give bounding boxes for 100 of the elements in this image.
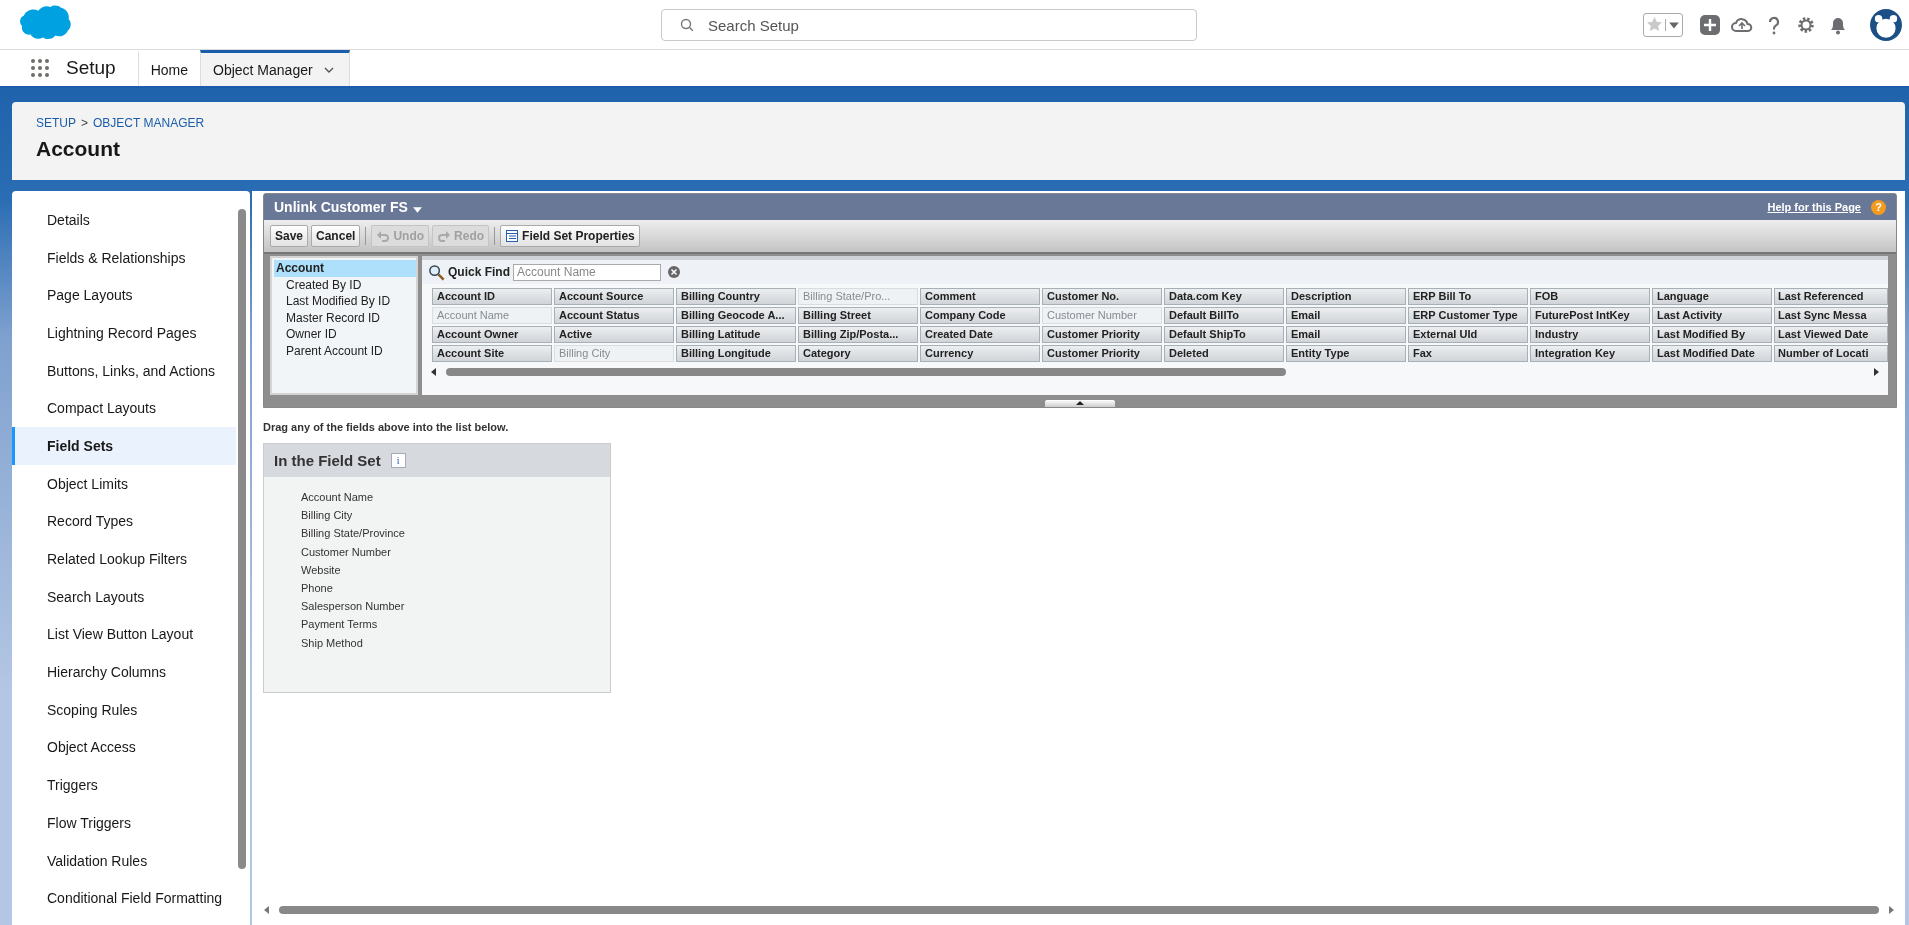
field-set-item[interactable]: Ship Method — [301, 636, 610, 655]
app-launcher-icon[interactable] — [30, 58, 50, 78]
sidebar-item[interactable]: Record Types — [12, 502, 236, 541]
field-chip[interactable]: Customer Priority — [1042, 326, 1162, 343]
field-chip[interactable]: Default ShipTo — [1164, 326, 1284, 343]
search-field[interactable]: Search Setup — [661, 9, 1197, 41]
sidebar-item[interactable]: Field Sets — [12, 427, 236, 465]
field-chip[interactable]: Company Code — [920, 307, 1040, 324]
field-set-item[interactable]: Account Name — [301, 491, 610, 510]
nav-tab[interactable]: Object Manager — [200, 50, 350, 86]
field-chip[interactable]: Industry — [1530, 326, 1650, 343]
sidebar-item[interactable]: Compact Layouts — [12, 389, 236, 428]
field-set-item[interactable]: Payment Terms — [301, 618, 610, 637]
field-chip[interactable]: Account Source — [554, 288, 674, 305]
field-chip[interactable]: Email — [1286, 307, 1406, 324]
sidebar-item[interactable]: List View Button Layout — [12, 615, 236, 654]
field-chip[interactable]: Default BillTo — [1164, 307, 1284, 324]
sidebar-item[interactable]: Object Limits — [12, 464, 236, 503]
field-chip[interactable]: Comment — [920, 288, 1040, 305]
field-chip[interactable]: Last Sync Messa — [1774, 307, 1888, 324]
field-chip[interactable]: ERP Customer Type — [1408, 307, 1528, 324]
field-set-item[interactable]: Billing State/Province — [301, 527, 610, 546]
field-chip[interactable]: Last Modified By — [1652, 326, 1772, 343]
field-chip[interactable]: Number of Locati — [1774, 345, 1888, 362]
field-chip[interactable]: Data.com Key — [1164, 288, 1284, 305]
tree-item[interactable]: Master Record ID — [274, 309, 416, 326]
breadcrumb-link[interactable]: SETUP — [36, 116, 76, 130]
field-chip[interactable]: Billing Latitude — [676, 326, 796, 343]
resize-handle[interactable] — [1045, 400, 1115, 407]
field-set-item[interactable]: Customer Number — [301, 545, 610, 564]
tree-item[interactable]: Owner ID — [274, 326, 416, 343]
scroll-right-icon[interactable] — [1872, 368, 1880, 376]
sidebar-item[interactable]: Fields & Relationships — [12, 238, 236, 277]
field-chip[interactable]: Currency — [920, 345, 1040, 362]
field-chip[interactable]: Account Owner — [432, 326, 552, 343]
undo-icon — [376, 229, 391, 243]
sidebar-item[interactable]: Conditional Field Formatting — [12, 879, 236, 918]
info-badge[interactable]: i — [390, 453, 406, 468]
tree-item[interactable]: Account — [274, 260, 416, 277]
field-chip[interactable]: Billing Geocode A... — [676, 307, 796, 324]
field-set-item[interactable]: Salesperson Number — [301, 600, 610, 619]
sidebar-item[interactable]: Object Access — [12, 728, 236, 767]
quick-find-field[interactable]: Account Name — [513, 263, 661, 281]
sidebar-item[interactable]: Scoping Rules — [12, 690, 236, 729]
field-chip[interactable]: Fax — [1408, 345, 1528, 362]
sidebar-item[interactable]: Triggers — [12, 766, 236, 804]
field-chip[interactable]: Active — [554, 326, 674, 343]
field-chip[interactable]: Integration Key — [1530, 345, 1650, 362]
field-chip[interactable]: Category — [798, 345, 918, 362]
favorites-button[interactable] — [1643, 12, 1683, 37]
field-chip[interactable]: Account ID — [432, 288, 552, 305]
field-set-item[interactable]: Website — [301, 563, 610, 582]
avatar-icon[interactable] — [1869, 7, 1903, 42]
field-chip[interactable]: Billing Longitude — [676, 345, 796, 362]
field-chip[interactable]: FOB — [1530, 288, 1650, 305]
field-chip[interactable]: Last Referenced — [1774, 288, 1888, 305]
field-set-item[interactable]: Billing City — [301, 509, 610, 528]
field-chip[interactable]: Account Status — [554, 307, 674, 324]
field-chip[interactable]: Last Modified Date — [1652, 345, 1772, 362]
sidebar-item[interactable]: Page Layouts — [12, 276, 236, 315]
sidebar-item[interactable]: Buttons, Links, and Actions — [12, 351, 236, 390]
field-chip[interactable]: Created Date — [920, 326, 1040, 343]
clear-icon[interactable] — [668, 266, 680, 278]
tree-item[interactable]: Parent Account ID — [274, 342, 416, 359]
field-chip[interactable]: Billing Zip/Posta... — [798, 326, 918, 343]
field-chip[interactable]: Last Viewed Date — [1774, 326, 1888, 343]
field-set-item[interactable]: Phone — [301, 581, 610, 601]
field-chip[interactable]: Entity Type — [1286, 345, 1406, 362]
toolbar-button[interactable]: Field Set Properties — [500, 225, 640, 247]
field-chip[interactable]: ERP Bill To — [1408, 288, 1528, 305]
sidebar-item[interactable]: Details — [12, 201, 236, 239]
field-chip[interactable]: Last Activity — [1652, 307, 1772, 324]
quick-find-label: Quick Find — [448, 265, 510, 279]
sidebar-item[interactable]: Validation Rules — [12, 841, 236, 880]
field-chip[interactable]: Customer Priority — [1042, 345, 1162, 362]
field-chip[interactable]: Billing Country — [676, 288, 796, 305]
sidebar-item[interactable]: Related Lookup Filters — [12, 540, 236, 578]
help-link[interactable]: Help for this Page — [1767, 201, 1861, 213]
add-icon[interactable] — [1699, 13, 1721, 36]
field-chip[interactable]: Customer No. — [1042, 288, 1162, 305]
field-chip[interactable]: External UId — [1408, 326, 1528, 343]
sidebar-item[interactable]: Flow Triggers — [12, 804, 236, 842]
field-chip[interactable]: Language — [1652, 288, 1772, 305]
tree-item[interactable]: Created By ID — [274, 276, 416, 293]
sidebar-item[interactable]: Lightning Record Pages — [12, 314, 236, 352]
scroll-left-icon[interactable] — [430, 368, 438, 376]
sidebar-item[interactable]: Hierarchy Columns — [12, 653, 236, 691]
toolbar-button[interactable]: Save — [270, 225, 309, 247]
field-set-title[interactable]: Unlink Customer FS — [274, 199, 408, 215]
toolbar-button[interactable]: Cancel — [311, 225, 361, 247]
field-chip[interactable]: Email — [1286, 326, 1406, 343]
field-chip[interactable]: Deleted — [1164, 345, 1284, 362]
field-chip[interactable]: Description — [1286, 288, 1406, 305]
field-chip[interactable]: FuturePost IntKey — [1530, 307, 1650, 324]
field-chip[interactable]: Billing Street — [798, 307, 918, 324]
tree-item[interactable]: Last Modified By ID — [274, 293, 416, 310]
breadcrumb-link[interactable]: OBJECT MANAGER — [93, 116, 205, 130]
field-chip[interactable]: Account Site — [432, 345, 552, 362]
sidebar-item[interactable]: Search Layouts — [12, 577, 236, 616]
app-name: Setup — [66, 57, 116, 80]
